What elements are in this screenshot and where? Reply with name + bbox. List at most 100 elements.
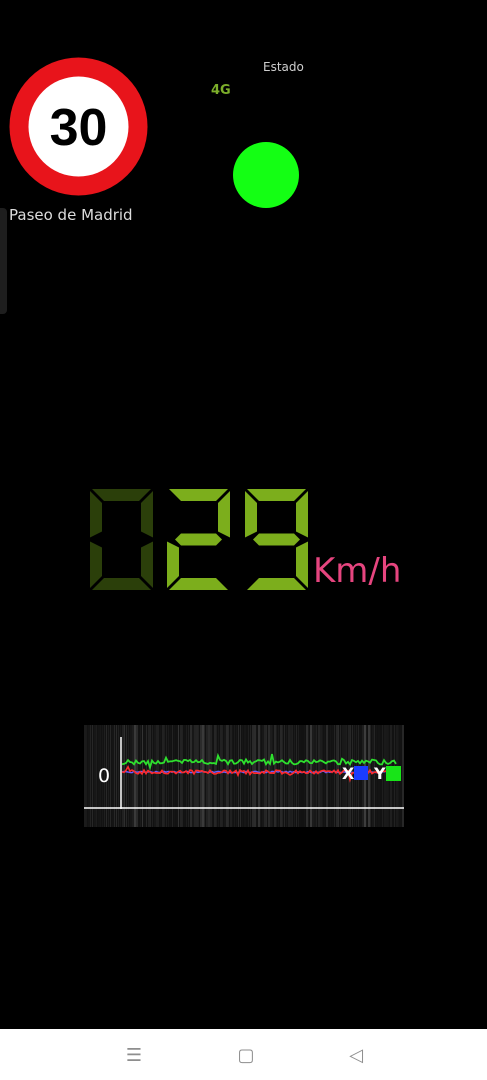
- noise-stripe: [280, 725, 282, 827]
- segment-a: [247, 489, 306, 501]
- graph-legend-y-swatch: [386, 766, 401, 781]
- noise-stripe: [244, 725, 246, 827]
- segment-f: [167, 491, 179, 538]
- noise-stripe: [162, 725, 164, 827]
- noise-stripe: [116, 725, 117, 827]
- speed-limit-sign: 30: [9, 57, 148, 196]
- menu-icon[interactable]: ☰: [119, 1040, 149, 1070]
- noise-stripe: [176, 725, 178, 827]
- noise-stripe: [140, 725, 141, 827]
- segment-f: [90, 491, 102, 538]
- noise-stripe: [214, 725, 216, 827]
- noise-stripe: [338, 725, 339, 827]
- noise-stripe: [218, 725, 219, 827]
- noise-stripe: [294, 725, 295, 827]
- noise-stripe: [204, 725, 205, 827]
- noise-stripe: [272, 725, 273, 827]
- noise-stripe: [96, 725, 97, 827]
- back-icon[interactable]: ◁: [341, 1040, 371, 1070]
- noise-stripe: [124, 725, 125, 827]
- noise-stripe: [332, 725, 333, 827]
- noise-stripe: [300, 725, 301, 827]
- segment-d: [247, 578, 306, 590]
- noise-stripe: [276, 725, 277, 827]
- segment-c: [141, 541, 153, 588]
- street-name: Paseo de Madrid: [9, 206, 133, 224]
- noise-stripe: [286, 725, 287, 827]
- segment-g: [253, 533, 300, 546]
- segment-e: [90, 541, 102, 588]
- noise-stripe: [84, 725, 86, 827]
- noise-stripe: [302, 725, 304, 827]
- noise-stripe: [156, 725, 158, 827]
- noise-stripe: [172, 725, 173, 827]
- segment-c: [296, 541, 308, 588]
- noise-stripe: [264, 725, 266, 827]
- segment-e: [245, 542, 257, 589]
- noise-stripe: [132, 725, 134, 827]
- segment-d: [169, 578, 228, 590]
- status-indicator: [233, 142, 299, 208]
- noise-stripe: [196, 725, 198, 827]
- noise-stripe: [330, 725, 331, 827]
- noise-stripe: [318, 725, 320, 827]
- speed-limit-value: 30: [50, 99, 108, 157]
- noise-stripe: [278, 725, 279, 827]
- noise-stripe: [262, 725, 264, 827]
- noise-stripe: [206, 725, 208, 827]
- segment-e: [167, 541, 179, 588]
- noise-stripe: [298, 725, 299, 827]
- noise-stripe: [166, 725, 167, 827]
- noise-stripe: [224, 725, 226, 827]
- noise-stripe: [270, 725, 272, 827]
- noise-stripe: [250, 725, 251, 827]
- noise-stripe: [370, 725, 371, 827]
- noise-stripe: [188, 725, 189, 827]
- segment-c: [218, 542, 230, 589]
- noise-stripe: [144, 725, 145, 827]
- noise-stripe: [208, 725, 210, 827]
- noise-stripe: [306, 725, 308, 827]
- segment-f: [245, 491, 257, 538]
- noise-stripe: [322, 725, 323, 827]
- noise-stripe: [310, 725, 312, 827]
- noise-stripe: [154, 725, 156, 827]
- noise-stripe: [126, 725, 127, 827]
- noise-stripe: [340, 725, 341, 827]
- noise-stripe: [146, 725, 147, 827]
- home-icon[interactable]: ▢: [231, 1040, 261, 1070]
- noise-stripe: [402, 725, 404, 827]
- noise-stripe: [86, 725, 87, 827]
- noise-stripe: [158, 725, 159, 827]
- segment-b: [141, 491, 153, 538]
- noise-stripe: [110, 725, 111, 827]
- speed-digits: [90, 489, 308, 590]
- noise-stripe: [240, 725, 241, 827]
- noise-stripe: [198, 725, 199, 827]
- noise-stripe: [222, 725, 223, 827]
- segment-g: [98, 534, 145, 546]
- noise-stripe: [290, 725, 292, 827]
- graph-zero-label: 0: [98, 765, 111, 787]
- noise-stripe: [164, 725, 165, 827]
- graph-legend-x-swatch: [354, 766, 368, 780]
- noise-stripe: [226, 725, 228, 827]
- noise-stripe: [320, 725, 322, 827]
- noise-stripe: [248, 725, 249, 827]
- segment-a: [92, 489, 151, 501]
- noise-stripe: [142, 725, 143, 827]
- noise-stripe: [326, 725, 328, 827]
- noise-stripe: [210, 725, 212, 827]
- side-drawer-handle[interactable]: [0, 208, 7, 314]
- noise-stripe: [258, 725, 260, 827]
- noise-stripe: [178, 725, 179, 827]
- noise-stripe: [170, 725, 171, 827]
- segment-d: [92, 578, 151, 590]
- noise-stripe: [246, 725, 248, 827]
- noise-stripe: [314, 725, 316, 827]
- noise-stripe: [168, 725, 169, 827]
- noise-stripe: [112, 725, 114, 827]
- noise-stripe: [232, 725, 233, 827]
- noise-stripe: [148, 725, 150, 827]
- noise-stripe: [328, 725, 329, 827]
